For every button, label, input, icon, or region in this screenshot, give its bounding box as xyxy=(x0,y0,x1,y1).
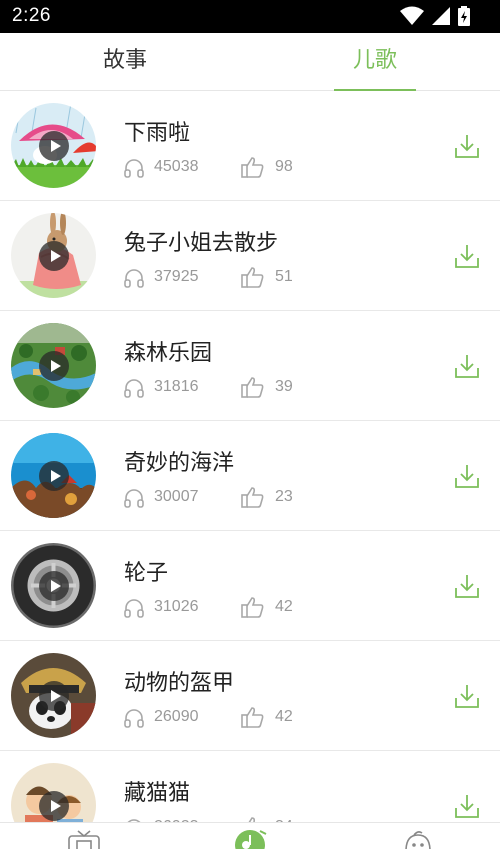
song-thumbnail[interactable] xyxy=(11,213,96,298)
song-thumbnail[interactable] xyxy=(11,543,96,628)
status-time: 2:26 xyxy=(12,5,51,26)
song-list[interactable]: 下雨啦 45038 98 兔子小姐去散步 37925 51 森林乐园 31816… xyxy=(0,91,500,822)
download-icon[interactable] xyxy=(453,352,481,380)
status-bar: 2:26 xyxy=(0,0,500,33)
tab-stories[interactable]: 故事 xyxy=(0,33,250,91)
play-count: 31026 xyxy=(154,598,199,615)
play-count: 45038 xyxy=(154,158,199,175)
download-icon[interactable] xyxy=(453,132,481,160)
bottom-nav xyxy=(0,822,500,849)
category-tabs: 故事 儿歌 xyxy=(0,33,500,91)
song-thumbnail[interactable] xyxy=(11,103,96,188)
song-title[interactable]: 下雨啦 xyxy=(124,115,190,147)
thumbs-up-icon[interactable] xyxy=(241,486,265,513)
song-thumbnail[interactable] xyxy=(11,763,96,822)
tab-songs-label: 儿歌 xyxy=(352,48,397,73)
song-title[interactable]: 轮子 xyxy=(124,555,168,587)
play-icon[interactable] xyxy=(39,461,69,491)
play-count: 37925 xyxy=(154,268,199,285)
thumbs-up-icon[interactable] xyxy=(241,156,265,183)
play-icon[interactable] xyxy=(39,241,69,271)
song-title[interactable]: 森林乐园 xyxy=(124,335,212,367)
download-icon[interactable] xyxy=(453,572,481,600)
download-icon[interactable] xyxy=(453,242,481,270)
list-item[interactable]: 轮子 31026 42 xyxy=(0,531,500,641)
like-count: 42 xyxy=(275,708,293,725)
like-count: 23 xyxy=(275,488,293,505)
list-item[interactable]: 下雨啦 45038 98 xyxy=(0,91,500,201)
signal-icon xyxy=(432,7,450,29)
play-count: 26090 xyxy=(154,708,199,725)
wifi-icon xyxy=(400,6,424,30)
status-icons xyxy=(400,6,470,30)
tab-songs[interactable]: 儿歌 xyxy=(250,33,500,91)
list-item[interactable]: 奇妙的海洋 30007 23 xyxy=(0,421,500,531)
like-count: 39 xyxy=(275,378,293,395)
download-icon[interactable] xyxy=(453,462,481,490)
thumbs-up-icon[interactable] xyxy=(241,596,265,623)
play-count: 30007 xyxy=(154,488,199,505)
song-title[interactable]: 动物的盔甲 xyxy=(124,665,234,697)
play-icon[interactable] xyxy=(39,131,69,161)
child-profile-icon[interactable] xyxy=(402,829,434,849)
song-title[interactable]: 奇妙的海洋 xyxy=(124,445,234,477)
tv-icon[interactable] xyxy=(68,829,100,849)
play-icon[interactable] xyxy=(39,351,69,381)
list-item[interactable]: 藏猫猫 26023 34 xyxy=(0,751,500,822)
song-thumbnail[interactable] xyxy=(11,653,96,738)
thumbs-up-icon[interactable] xyxy=(241,266,265,293)
play-icon[interactable] xyxy=(39,571,69,601)
music-icon[interactable] xyxy=(234,829,268,849)
list-item[interactable]: 动物的盔甲 26090 42 xyxy=(0,641,500,751)
download-icon[interactable] xyxy=(453,792,481,820)
song-title[interactable]: 藏猫猫 xyxy=(124,775,190,807)
headphones-icon xyxy=(123,487,145,514)
tab-stories-label: 故事 xyxy=(102,48,147,73)
list-item[interactable]: 森林乐园 31816 39 xyxy=(0,311,500,421)
song-thumbnail[interactable] xyxy=(11,323,96,408)
list-item[interactable]: 兔子小姐去散步 37925 51 xyxy=(0,201,500,311)
like-count: 98 xyxy=(275,158,293,175)
battery-icon xyxy=(458,6,470,30)
download-icon[interactable] xyxy=(453,682,481,710)
play-icon[interactable] xyxy=(39,681,69,711)
headphones-icon xyxy=(123,597,145,624)
play-icon[interactable] xyxy=(39,791,69,821)
headphones-icon xyxy=(123,377,145,404)
headphones-icon xyxy=(123,157,145,184)
like-count: 42 xyxy=(275,598,293,615)
song-title[interactable]: 兔子小姐去散步 xyxy=(124,225,278,257)
song-thumbnail[interactable] xyxy=(11,433,96,518)
headphones-icon xyxy=(123,707,145,734)
play-count: 31816 xyxy=(154,378,199,395)
headphones-icon xyxy=(123,267,145,294)
thumbs-up-icon[interactable] xyxy=(241,706,265,733)
like-count: 51 xyxy=(275,268,293,285)
thumbs-up-icon[interactable] xyxy=(241,376,265,403)
